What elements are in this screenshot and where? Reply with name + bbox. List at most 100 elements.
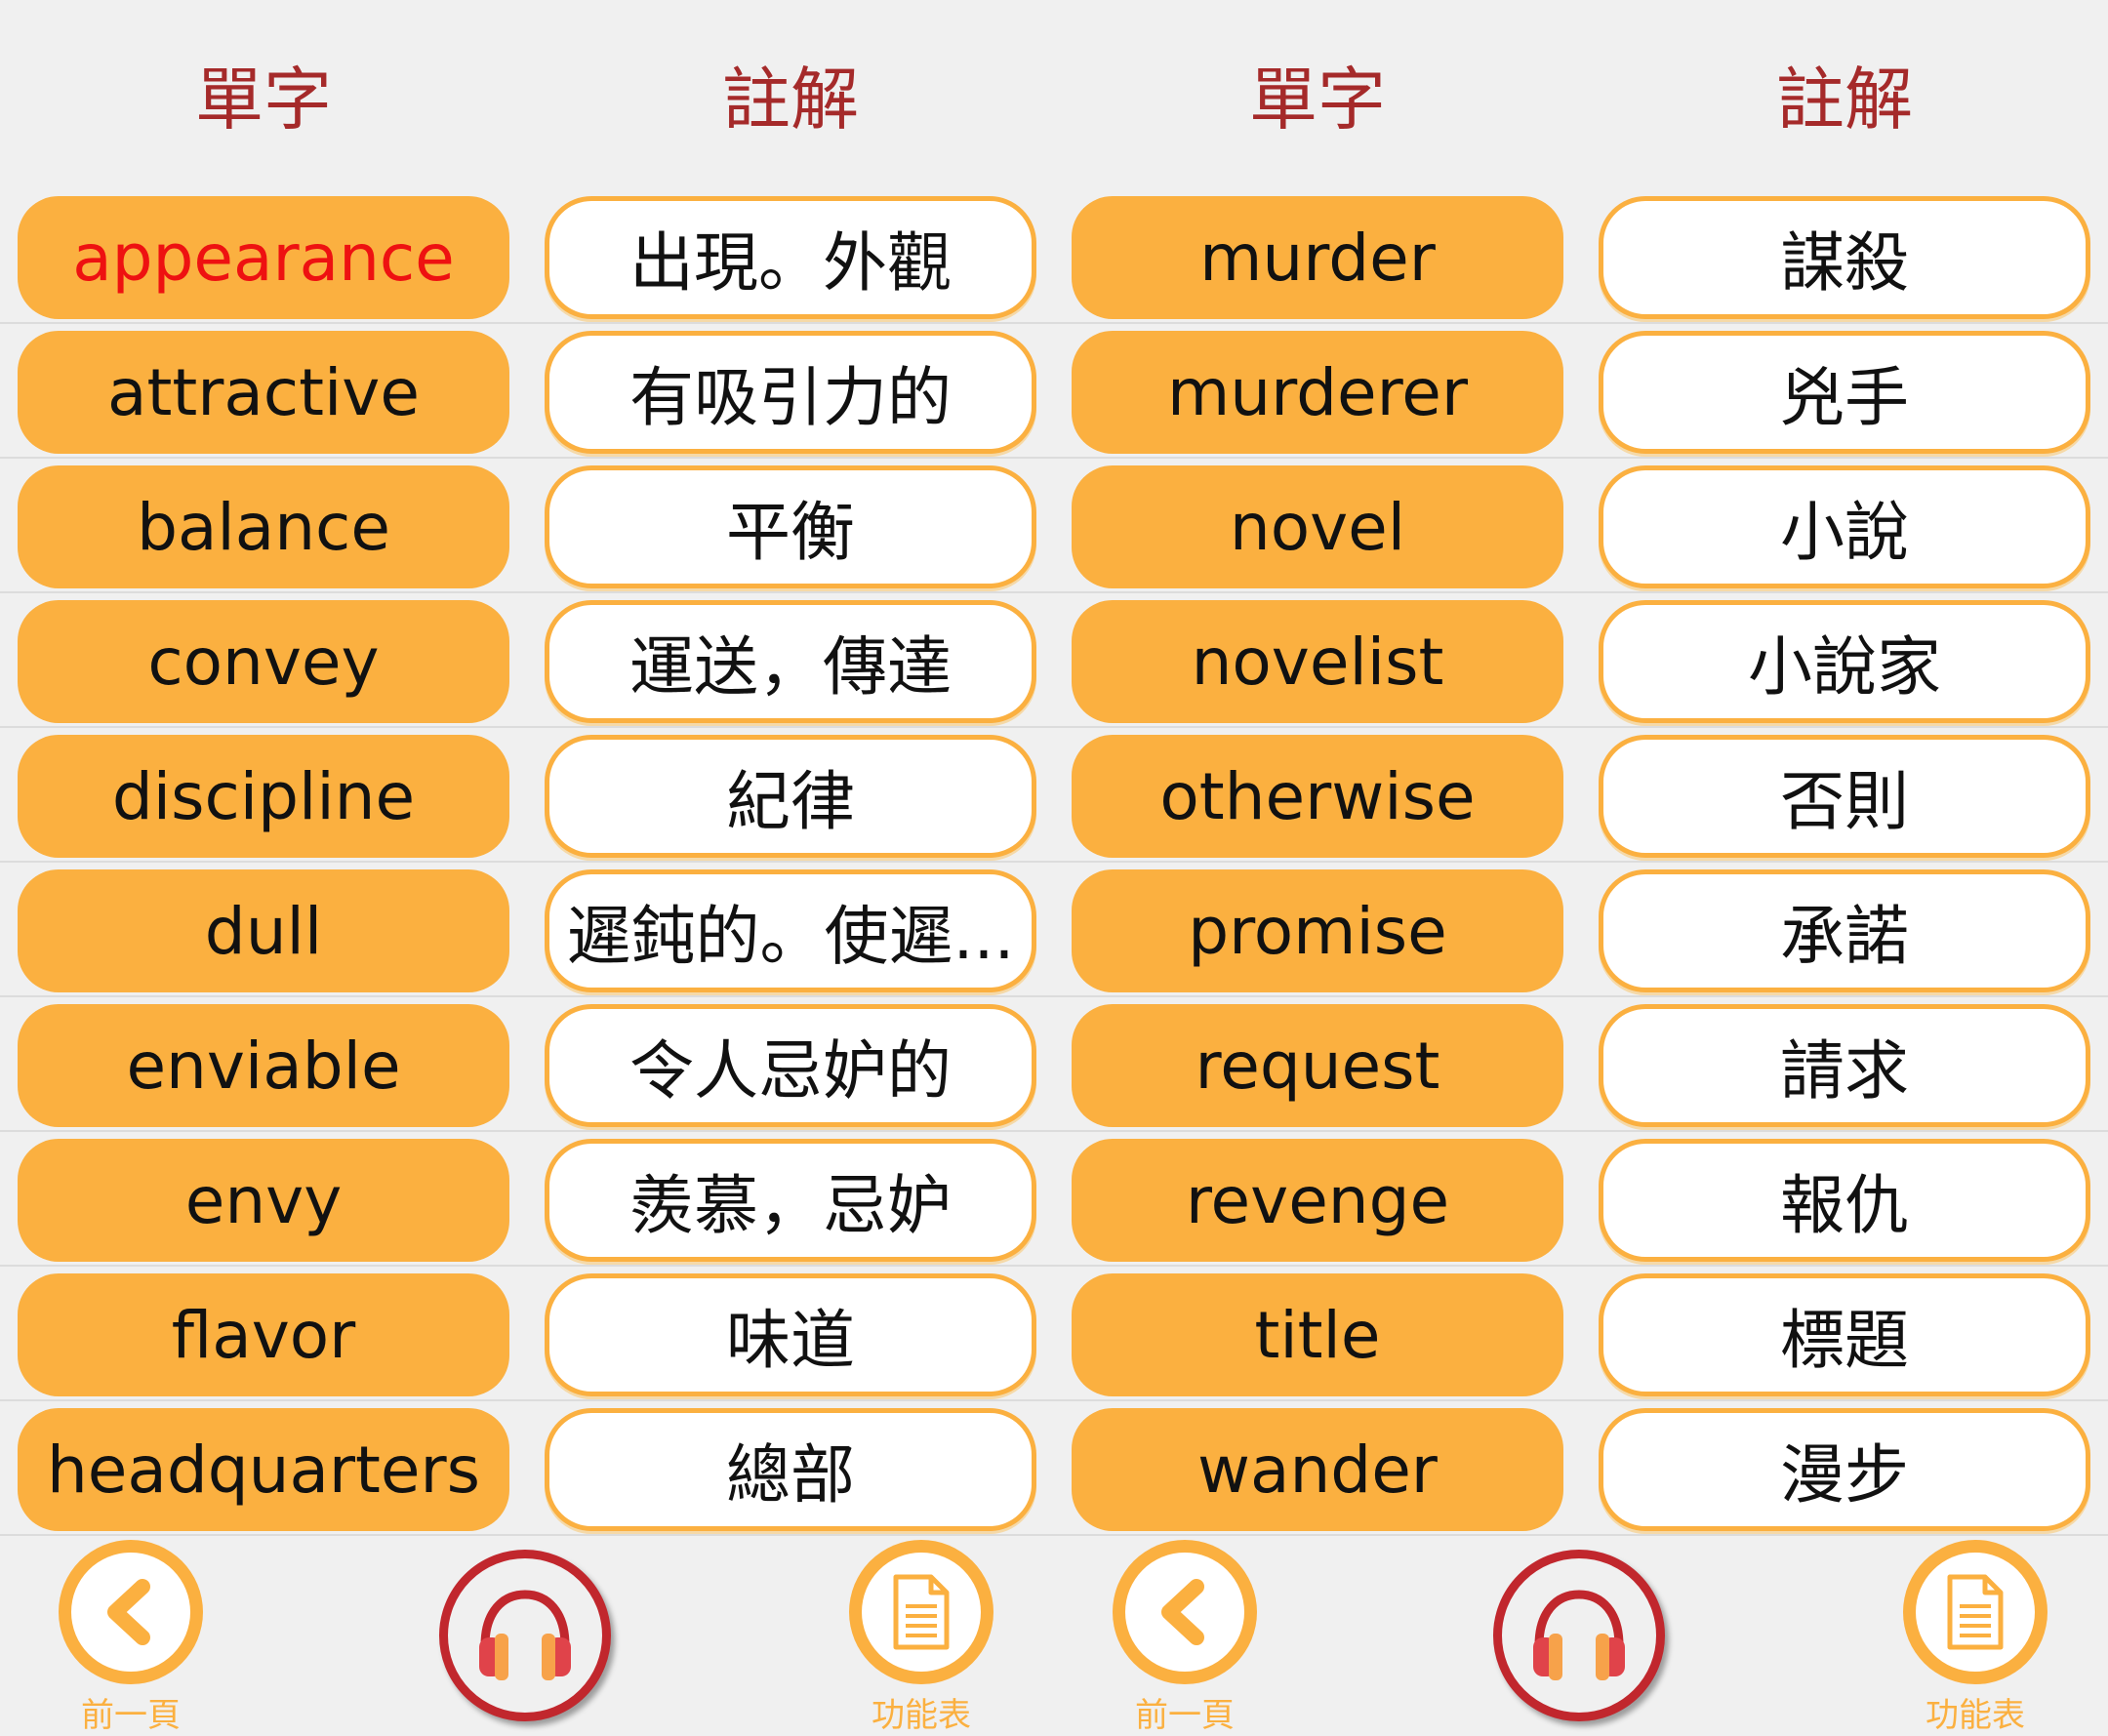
note-text: 承諾 [1780,899,1909,974]
audio-button[interactable] [439,1550,611,1721]
word-row: wander 漫步 [1054,1401,2108,1536]
vocab-panel: 單字 註解 murder 謀殺 murderer 兇手 novel 小說 novelist 小說家… [1054,0,2108,1735]
word-button[interactable]: discipline [18,735,509,858]
menu-label: 功能表 [1926,1696,2025,1735]
prev-page-label: 前一頁 [1135,1696,1235,1735]
word-button[interactable]: title [1072,1273,1563,1396]
word-button[interactable]: enviable [18,1004,509,1127]
word-button[interactable]: novel [1072,465,1563,588]
word-button[interactable]: murderer [1072,331,1563,454]
word-button[interactable]: convey [18,600,509,723]
note-button[interactable]: 有吸引力的 [545,331,1036,454]
word-button[interactable]: envy [18,1139,509,1262]
word-row: murderer 兇手 [1054,324,2108,459]
note-button[interactable]: 運送，傳達 [545,600,1036,723]
chevron-left-icon [71,1553,190,1672]
bottom-toolbar: 前一頁 功能表 [1054,1532,2108,1735]
word-button[interactable]: promise [1072,869,1563,992]
word-row: title 標題 [1054,1267,2108,1401]
note-button[interactable]: 報仇 [1599,1139,2090,1262]
word-row: dull 遲鈍的。使遲... [0,863,1054,997]
note-text: 羨慕，忌妒 [629,1168,952,1243]
word-button[interactable]: balance [18,465,509,588]
header-note: 註解 [722,60,859,140]
document-icon [1916,1553,2035,1672]
note-text: 請求 [1780,1033,1909,1109]
word-button[interactable]: murder [1072,196,1563,319]
note-text: 總部 [726,1437,855,1513]
bottom-toolbar: 前一頁 功能表 [0,1532,1054,1735]
audio-button[interactable] [1493,1550,1665,1721]
word-button[interactable]: dull [18,869,509,992]
header-word: 單字 [1249,60,1386,140]
note-button[interactable]: 令人忌妒的 [545,1004,1036,1127]
note-button[interactable]: 承諾 [1599,869,2090,992]
note-button[interactable]: 小說家 [1599,600,2090,723]
note-text: 否則 [1780,764,1909,839]
word-button[interactable]: wander [1072,1408,1563,1531]
word-row: novel 小說 [1054,459,2108,593]
header-word: 單字 [195,60,332,140]
note-button[interactable]: 兇手 [1599,331,2090,454]
note-button[interactable]: 標題 [1599,1273,2090,1396]
note-button[interactable]: 平衡 [545,465,1036,588]
note-text: 有吸引力的 [629,360,952,435]
note-button[interactable]: 請求 [1599,1004,2090,1127]
note-text: 味道 [726,1303,855,1378]
word-row: attractive 有吸引力的 [0,324,1054,459]
note-button[interactable]: 出現。外觀 [545,196,1036,319]
word-row: headquarters 總部 [0,1401,1054,1536]
word-button[interactable]: novelist [1072,600,1563,723]
menu-button[interactable] [849,1540,993,1684]
word-row: request 請求 [1054,997,2108,1132]
note-text: 運送，傳達 [629,629,952,705]
header-note: 註解 [1776,60,1913,140]
word-row: otherwise 否則 [1054,728,2108,863]
note-text: 平衡 [726,495,855,570]
headphones-icon [471,1585,579,1686]
note-text: 小說家 [1748,629,1941,705]
note-button[interactable]: 小說 [1599,465,2090,588]
menu-button[interactable] [1903,1540,2047,1684]
note-button[interactable]: 否則 [1599,735,2090,858]
prev-page-button[interactable] [1113,1540,1257,1684]
word-row: convey 運送，傳達 [0,593,1054,728]
note-text: 漫步 [1780,1437,1909,1513]
word-button[interactable]: headquarters [18,1408,509,1531]
word-button[interactable]: revenge [1072,1139,1563,1262]
headphones-icon [1525,1585,1633,1686]
word-button[interactable]: otherwise [1072,735,1563,858]
note-text: 令人忌妒的 [629,1033,952,1109]
note-button[interactable]: 味道 [545,1273,1036,1396]
note-text: 兇手 [1780,360,1909,435]
word-row: promise 承諾 [1054,863,2108,997]
note-button[interactable]: 漫步 [1599,1408,2090,1531]
prev-page-label: 前一頁 [81,1696,181,1735]
note-text: 小說 [1780,495,1909,570]
note-text: 謀殺 [1780,225,1909,301]
word-row: balance 平衡 [0,459,1054,593]
word-row: discipline 紀律 [0,728,1054,863]
note-text: 出現。外觀 [629,225,952,301]
note-button[interactable]: 紀律 [545,735,1036,858]
vocab-panel: 單字 註解 appearance 出現。外觀 attractive 有吸引力的 balanc… [0,0,1054,1735]
prev-page-button[interactable] [59,1540,203,1684]
word-button[interactable]: attractive [18,331,509,454]
word-row: envy 羨慕，忌妒 [0,1132,1054,1267]
word-row: flavor 味道 [0,1267,1054,1401]
word-row: appearance 出現。外觀 [0,189,1054,324]
word-button[interactable]: appearance [18,196,509,319]
word-button[interactable]: request [1072,1004,1563,1127]
note-button[interactable]: 總部 [545,1408,1036,1531]
note-text: 遲鈍的。使遲... [566,899,1015,974]
note-text: 標題 [1780,1303,1909,1378]
word-button[interactable]: flavor [18,1273,509,1396]
menu-label: 功能表 [872,1696,971,1735]
note-button[interactable]: 羨慕，忌妒 [545,1139,1036,1262]
word-row: revenge 報仇 [1054,1132,2108,1267]
note-text: 紀律 [726,764,855,839]
note-button[interactable]: 遲鈍的。使遲... [545,869,1036,992]
word-row: murder 謀殺 [1054,189,2108,324]
word-row: enviable 令人忌妒的 [0,997,1054,1132]
note-button[interactable]: 謀殺 [1599,196,2090,319]
